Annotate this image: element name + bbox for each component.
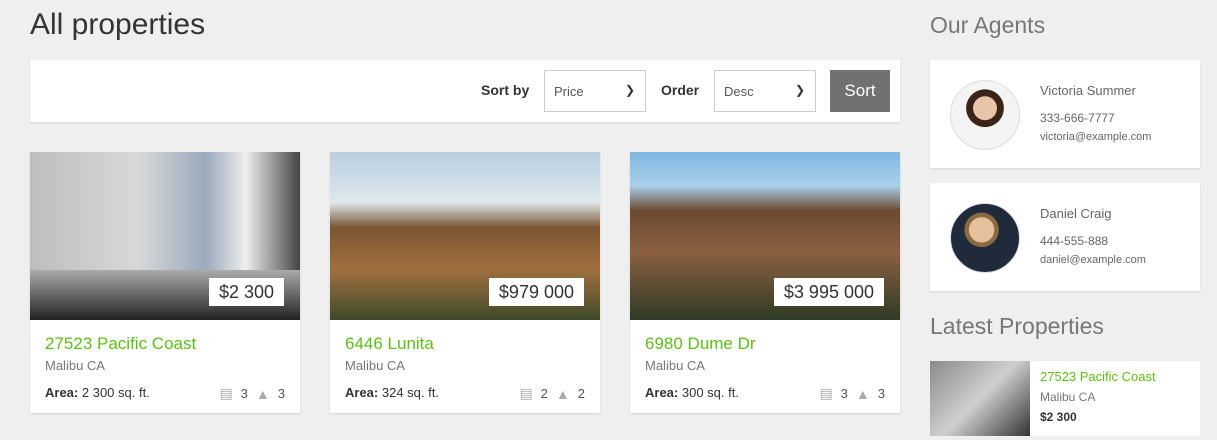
agent-email[interactable]: daniel@example.com [1040, 254, 1146, 266]
property-area: Area: 2 300 sq. ft. [45, 385, 150, 400]
order-value: Desc [724, 84, 754, 99]
property-city: Malibu CA [45, 358, 105, 373]
agent-card[interactable]: Daniel Craig 444-555-888 daniel@example.… [930, 183, 1200, 291]
agents-heading: Our Agents [930, 12, 1046, 38]
property-image[interactable]: $3 995 000 [630, 152, 900, 320]
order-select[interactable]: Desc ❯ [714, 70, 816, 112]
agent-email[interactable]: victoria@example.com [1040, 131, 1151, 143]
latest-property-price: $2 300 [1040, 410, 1077, 424]
avatar [950, 80, 1020, 150]
bed-icon: ▤ [219, 385, 233, 401]
page-title: All properties [30, 8, 206, 41]
property-address[interactable]: 6446 Lunita [345, 334, 434, 354]
price-badge: $3 995 000 [773, 278, 884, 306]
property-area: Area: 300 sq. ft. [645, 385, 739, 400]
sort-toolbar: Sort by Price ❯ Order Desc ❯ Sort [30, 60, 900, 122]
latest-heading: Latest Properties [930, 313, 1104, 339]
sort-button[interactable]: Sort [830, 70, 890, 112]
sort-by-label: Sort by [481, 82, 530, 98]
order-label: Order [661, 82, 700, 98]
property-card[interactable]: $2 300 27523 Pacific Coast Malibu CA Are… [30, 152, 300, 413]
sort-by-select[interactable]: Price ❯ [544, 70, 646, 112]
property-card[interactable]: $3 995 000 6980 Dume Dr Malibu CA Area: … [630, 152, 900, 413]
baths-count: 3 [277, 386, 285, 401]
agent-name[interactable]: Victoria Summer [1040, 83, 1136, 98]
avatar [950, 203, 1020, 273]
bed-icon: ▤ [819, 385, 833, 401]
property-card[interactable]: $979 000 6446 Lunita Malibu CA Area: 324… [330, 152, 600, 413]
bed-icon: ▤ [519, 385, 533, 401]
shower-icon: ▲ [555, 385, 570, 402]
latest-property-image[interactable] [930, 361, 1030, 436]
area-value: 2 300 sq. ft. [81, 385, 150, 400]
baths-count: 2 [577, 386, 585, 401]
agent-name[interactable]: Daniel Craig [1040, 206, 1112, 221]
area-label: Area: [645, 385, 679, 400]
property-address[interactable]: 6980 Dume Dr [645, 334, 756, 354]
property-features: ▤ 2 ▲ 2 [519, 385, 585, 402]
agent-card[interactable]: Victoria Summer 333-666-7777 victoria@ex… [930, 60, 1200, 168]
area-label: Area: [345, 385, 379, 400]
shower-icon: ▲ [855, 385, 870, 402]
agent-phone: 333-666-7777 [1040, 111, 1115, 125]
beds-count: 2 [540, 386, 548, 401]
area-value: 300 sq. ft. [681, 385, 739, 400]
property-city: Malibu CA [645, 358, 705, 373]
chevron-down-icon: ❯ [794, 83, 805, 97]
property-features: ▤ 3 ▲ 3 [219, 385, 285, 402]
latest-property-city: Malibu CA [1040, 390, 1096, 404]
chevron-down-icon: ❯ [624, 83, 635, 97]
property-image[interactable]: $2 300 [30, 152, 300, 320]
property-features: ▤ 3 ▲ 3 [819, 385, 885, 402]
area-label: Area: [45, 385, 79, 400]
area-value: 324 sq. ft. [381, 385, 439, 400]
beds-count: 3 [840, 386, 848, 401]
latest-property-item[interactable]: 27523 Pacific Coast Malibu CA $2 300 [930, 361, 1200, 436]
property-area: Area: 324 sq. ft. [345, 385, 439, 400]
price-badge: $979 000 [488, 278, 584, 306]
shower-icon: ▲ [255, 385, 270, 402]
price-badge: $2 300 [208, 278, 284, 306]
sort-by-value: Price [554, 84, 584, 99]
baths-count: 3 [877, 386, 885, 401]
property-address[interactable]: 27523 Pacific Coast [45, 334, 196, 354]
property-city: Malibu CA [345, 358, 405, 373]
agent-phone: 444-555-888 [1040, 234, 1109, 248]
latest-property-address[interactable]: 27523 Pacific Coast [1040, 369, 1156, 384]
property-image[interactable]: $979 000 [330, 152, 600, 320]
beds-count: 3 [240, 386, 248, 401]
